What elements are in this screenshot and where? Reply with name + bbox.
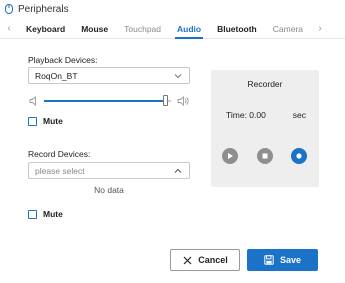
floppy-disk-icon — [264, 255, 274, 265]
speaker-loud-icon — [177, 96, 189, 106]
tab-scroll-right-icon[interactable]: › — [311, 23, 329, 34]
record-device-placeholder: please select — [35, 165, 85, 176]
chevron-up-icon — [174, 168, 182, 173]
recorder-title: Recorder — [247, 79, 283, 89]
playback-mute-label: Mute — [43, 116, 63, 126]
record-button[interactable] — [291, 148, 307, 164]
record-mute-label: Mute — [43, 209, 63, 219]
play-button[interactable] — [222, 148, 238, 164]
volume-fill — [44, 100, 166, 102]
close-icon — [182, 255, 192, 265]
tab-scroll-left-icon[interactable]: ‹ — [0, 23, 18, 34]
tab-bluetooth[interactable]: Bluetooth — [209, 19, 265, 39]
stop-button[interactable] — [257, 148, 273, 164]
recorder-panel: Recorder Time: 0.00 sec — [211, 70, 319, 187]
recorder-time: Time: 0.00 — [226, 110, 266, 120]
save-button[interactable]: Save — [247, 249, 318, 271]
record-dropdown-empty-text: No data — [94, 185, 124, 195]
volume-track[interactable] — [44, 95, 171, 106]
tab-touchpad[interactable]: Touchpad — [116, 19, 169, 39]
record-mute-box[interactable] — [28, 209, 37, 219]
playback-device-select[interactable]: RoqOn_BT — [28, 67, 190, 84]
speaker-mute-icon — [29, 96, 36, 106]
cancel-label: Cancel — [198, 255, 228, 265]
chevron-down-icon — [174, 74, 182, 79]
title-bar: Peripherals — [0, 0, 345, 18]
playback-device-value: RoqOn_BT — [35, 70, 78, 81]
volume-thumb[interactable] — [162, 95, 168, 106]
play-icon — [228, 153, 233, 159]
window-title: Peripherals — [18, 3, 69, 15]
playback-devices-label: Playback Devices: — [28, 55, 98, 65]
recorder-time-unit: sec — [292, 110, 306, 120]
stop-icon — [262, 153, 268, 159]
tab-bar: ‹ Keyboard Mouse Touchpad Audio Bluetoot… — [0, 19, 345, 39]
cancel-button[interactable]: Cancel — [170, 249, 240, 271]
save-label: Save — [279, 255, 302, 265]
record-icon — [296, 153, 302, 159]
tab-audio[interactable]: Audio — [169, 19, 209, 39]
record-devices-label: Record Devices: — [28, 149, 91, 159]
record-device-select[interactable]: please select — [28, 162, 190, 179]
tab-mouse[interactable]: Mouse — [73, 19, 116, 39]
playback-mute-checkbox[interactable]: Mute — [28, 116, 63, 126]
tab-keyboard[interactable]: Keyboard — [18, 19, 73, 39]
playback-mute-box[interactable] — [28, 116, 37, 126]
tab-camera[interactable]: Camera — [265, 19, 311, 39]
mouse-icon — [4, 4, 14, 14]
volume-slider[interactable] — [29, 95, 189, 107]
record-mute-checkbox[interactable]: Mute — [28, 209, 63, 219]
